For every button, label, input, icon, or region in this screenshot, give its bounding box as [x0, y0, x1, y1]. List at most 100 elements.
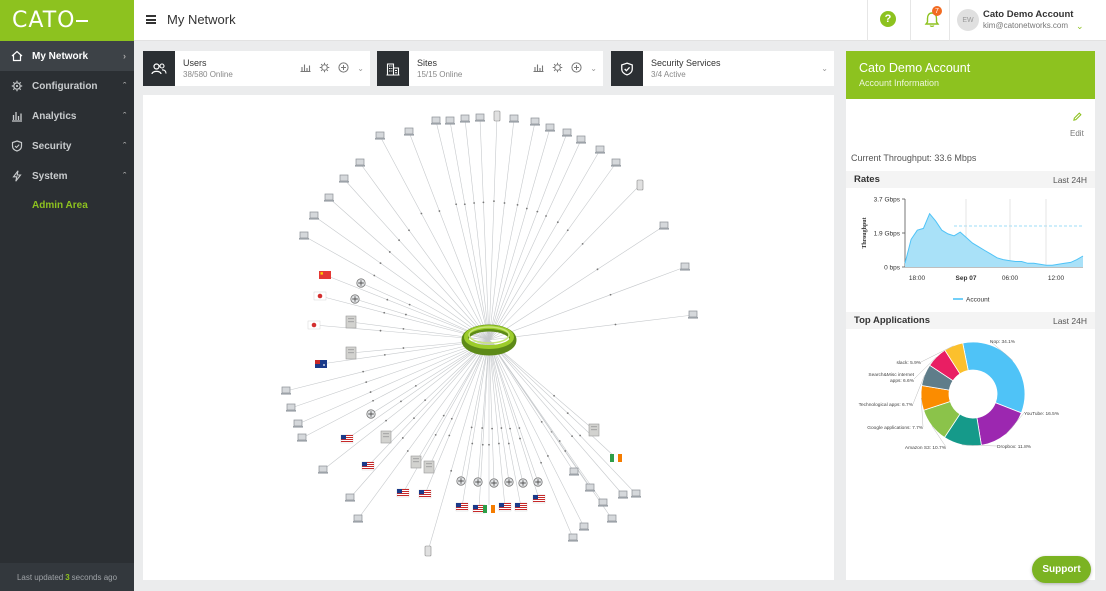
- y-tick-label: 0 bps: [884, 265, 901, 272]
- network-link: [488, 314, 694, 341]
- sidebar-item-my-network[interactable]: My Network ›: [0, 41, 134, 71]
- sidebar-item-analytics[interactable]: Analytics ˆ: [0, 101, 134, 131]
- last-updated-suffix: seconds ago: [71, 572, 118, 582]
- account-panel-title: Cato Demo Account: [859, 61, 971, 75]
- laptop-icon: [460, 114, 470, 123]
- laptop-icon: [324, 193, 334, 202]
- account-email: kim@catonetworks.com: [983, 21, 1069, 30]
- laptop-icon: [375, 131, 385, 140]
- y-tick-label: 1.9 Gbps: [874, 231, 901, 238]
- link-node-dot: [536, 210, 539, 213]
- sites-icon: [377, 51, 409, 86]
- link-node-dot: [402, 327, 405, 330]
- hamburger-menu-icon[interactable]: [146, 15, 156, 24]
- chevron-down-icon[interactable]: ⌄: [357, 64, 364, 73]
- laptop-icon: [585, 483, 595, 492]
- security-services-card[interactable]: Security Services 3/4 Active ⌄: [611, 51, 834, 86]
- bar-chart-icon[interactable]: [533, 63, 544, 75]
- network-link: [322, 339, 490, 471]
- add-icon[interactable]: [571, 61, 582, 76]
- link-node-dot: [379, 262, 382, 265]
- network-map[interactable]: [143, 95, 834, 580]
- pencil-icon[interactable]: [1073, 112, 1083, 122]
- network-link: [488, 127, 551, 341]
- shield-icon: [9, 139, 25, 153]
- laptop-icon: [618, 490, 628, 499]
- laptop-icon: [579, 522, 589, 531]
- laptop-icon: [562, 128, 572, 137]
- link-node-dot: [519, 437, 521, 440]
- sidebar-item-label: My Network: [32, 50, 89, 62]
- sidebar-item-security[interactable]: Security ˆ: [0, 131, 134, 161]
- last-updated-prefix: Last updated: [16, 572, 64, 582]
- server-icon: [345, 315, 357, 329]
- top-apps-title: Top Applications: [854, 315, 930, 326]
- security-active: 3/4 Active: [651, 70, 686, 79]
- support-button[interactable]: Support: [1032, 556, 1091, 583]
- page-title: My Network: [167, 12, 236, 27]
- laptop-icon: [509, 114, 519, 123]
- sites-title: Sites: [417, 58, 438, 68]
- link-node-dot: [373, 274, 376, 277]
- link-node-dot: [434, 433, 437, 436]
- slice-label: Google applications: 7.7%: [867, 425, 923, 431]
- laptop-icon: [281, 386, 291, 395]
- sidebar-item-system[interactable]: System ˆ: [0, 161, 134, 191]
- router-icon: [366, 409, 376, 419]
- router-icon: [533, 477, 543, 487]
- chevron-down-icon[interactable]: ⌄: [1076, 21, 1084, 32]
- chevron-down-icon[interactable]: ⌄: [590, 64, 597, 73]
- sidebar-item-admin-area[interactable]: Admin Area: [0, 191, 134, 219]
- link-node-dot: [553, 394, 555, 397]
- gear-icon[interactable]: [552, 62, 563, 76]
- laptop-icon: [297, 433, 307, 442]
- network-link: [424, 339, 490, 495]
- laptop-icon: [598, 498, 608, 507]
- y-axis-title: Throughput: [862, 217, 868, 248]
- site-flag-icon: [483, 505, 495, 513]
- bar-chart-icon[interactable]: [300, 63, 311, 75]
- laptop-icon: [595, 145, 605, 154]
- link-node-dot: [491, 427, 493, 430]
- network-link: [385, 339, 490, 438]
- chevron-up-icon: ˆ: [123, 141, 126, 151]
- legend-label: Account: [966, 297, 990, 304]
- rates-range[interactable]: Last 24H: [1053, 175, 1087, 185]
- users-online: 38/580 Online: [183, 70, 233, 79]
- help-icon[interactable]: ?: [880, 11, 896, 27]
- gear-icon[interactable]: [319, 62, 330, 76]
- link-node-dot: [385, 419, 387, 422]
- site-flag-icon: [610, 454, 622, 462]
- sites-card[interactable]: Sites 15/15 Online ⌄: [377, 51, 603, 86]
- network-topology-graph[interactable]: [143, 95, 834, 580]
- users-title: Users: [183, 58, 207, 68]
- top-apps-range[interactable]: Last 24H: [1053, 316, 1087, 326]
- mobile-device-icon: [493, 110, 501, 122]
- chevron-down-icon[interactable]: ⌄: [821, 64, 828, 73]
- slice-label: YouTube: 16.5%: [1024, 411, 1060, 417]
- sidebar-item-configuration[interactable]: Configuration ˆ: [0, 71, 134, 101]
- site-flag-icon: [396, 488, 410, 498]
- home-icon: [9, 49, 25, 63]
- top-applications-chart: Nop: 34.1% YouTube: 16.5% Dropbox: 11.8% Am…: [859, 339, 1060, 451]
- avatar[interactable]: EW: [957, 9, 979, 31]
- link-node-dot: [493, 200, 495, 203]
- laptop-icon: [576, 135, 586, 144]
- cato-logo[interactable]: CATO: [0, 0, 134, 41]
- link-node-dot: [571, 435, 573, 437]
- link-node-dot: [509, 427, 511, 430]
- link-node-dot: [438, 210, 441, 212]
- site-flag-icon: [514, 502, 528, 512]
- network-link: [488, 339, 637, 495]
- account-name[interactable]: Cato Demo Account: [983, 9, 1073, 20]
- network-link: [488, 184, 641, 341]
- edit-button[interactable]: Edit: [1070, 129, 1084, 138]
- link-node-dot: [450, 417, 453, 420]
- link-node-dot: [414, 384, 417, 387]
- laptop-icon: [680, 262, 690, 271]
- users-card[interactable]: Users 38/580 Online ⌄: [143, 51, 370, 86]
- link-node-dot: [383, 353, 386, 356]
- add-icon[interactable]: [338, 61, 349, 76]
- link-node-dot: [442, 414, 445, 417]
- sites-online: 15/15 Online: [417, 70, 463, 79]
